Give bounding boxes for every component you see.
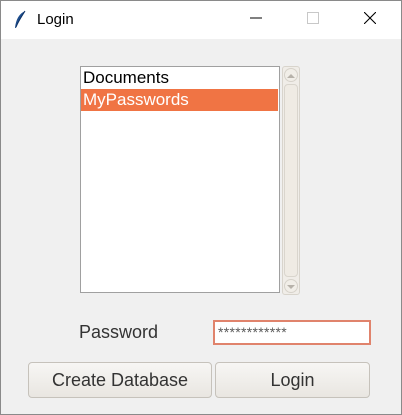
close-icon — [363, 11, 377, 29]
maximize-icon — [307, 11, 319, 29]
database-listbox[interactable]: Documents MyPasswords — [80, 66, 280, 293]
scrollbar-thumb[interactable] — [284, 84, 298, 277]
scroll-up-button[interactable] — [284, 68, 298, 82]
minimize-icon — [250, 11, 262, 29]
list-item-mypasswords[interactable]: MyPasswords — [81, 89, 278, 111]
close-button[interactable] — [347, 1, 393, 39]
password-label: Password — [79, 322, 159, 342]
scroll-down-button[interactable] — [284, 279, 298, 293]
minimize-button[interactable] — [233, 1, 279, 39]
create-database-button[interactable]: Create Database — [28, 362, 212, 398]
window-title: Login — [37, 11, 74, 28]
chevron-up-icon — [287, 66, 295, 84]
feather-icon — [13, 10, 27, 30]
password-field[interactable]: ************ — [213, 320, 371, 345]
listbox-scrollbar[interactable] — [282, 66, 300, 295]
login-window: Login Documents MyPasswords Password ***… — [0, 0, 402, 415]
title-bar[interactable]: Login — [1, 1, 401, 39]
maximize-button — [290, 1, 336, 39]
chevron-down-icon — [287, 277, 295, 295]
login-button[interactable]: Login — [215, 362, 370, 398]
list-item-documents[interactable]: Documents — [81, 67, 279, 89]
